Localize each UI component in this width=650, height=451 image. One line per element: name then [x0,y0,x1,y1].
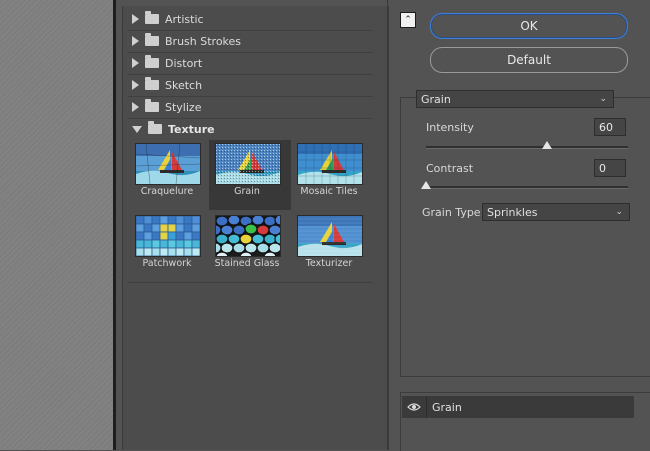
grain-thumbnail [215,143,281,185]
panel-divider [127,282,373,283]
intensity-input[interactable]: 60 [594,118,626,136]
filter-thumb-texturizer[interactable]: Texturizer [291,212,373,282]
grain-type-value: Sprinkles [487,205,538,219]
filter-thumb-stained-glass[interactable]: Stained Glass [209,212,291,282]
effect-layer-name: Grain [432,400,462,414]
contrast-input[interactable]: 0 [594,159,626,177]
filter-thumb-patchwork[interactable]: Patchwork [129,212,211,282]
contrast-label-text: Contrast [426,162,474,175]
folder-icon [145,99,159,112]
expand-arrow-icon [132,102,139,112]
craquelure-thumbnail [135,143,201,185]
chevron-up-icon: ⌃ [404,15,412,25]
filter-label: Texturizer [305,258,353,269]
category-sketch[interactable]: Sketch [127,74,373,97]
category-brush-strokes[interactable]: Brush Strokes [127,30,373,53]
category-label: Texture [168,122,215,136]
contrast-slider-track[interactable] [426,186,628,189]
texturizer-thumbnail [297,215,363,257]
filter-thumb-grain[interactable]: Grain [209,140,291,210]
intensity-label: Intensity [426,121,474,134]
category-label: Stylize [165,100,202,114]
effect-layer-row[interactable]: Grain [402,396,634,418]
contrast-label: Contrast [426,162,473,175]
filter-settings-panel [400,97,650,377]
filter-thumb-craquelure[interactable]: Craquelure [129,140,211,210]
collapse-arrow-icon [132,125,142,133]
expand-arrow-icon [132,80,139,90]
filter-label: Craquelure [140,186,194,197]
expand-arrow-icon [132,36,139,46]
filter-select-value: Grain [421,92,451,106]
intensity-slider-thumb[interactable] [542,141,553,149]
filter-label: Grain [234,186,260,197]
category-label: Brush Strokes [165,34,242,48]
mosaic-tiles-thumbnail [297,143,363,185]
chevron-down-icon: ⌄ [599,94,607,104]
filter-label: Stained Glass [214,258,280,269]
folder-icon [145,11,159,24]
filter-thumb-mosaic-tiles[interactable]: Mosaic Tiles [291,140,373,210]
collapse-gallery-button[interactable]: ⌃ [400,12,416,28]
folder-icon [145,55,159,68]
category-distort[interactable]: Distort [127,52,373,75]
patchwork-thumbnail [135,215,201,257]
filter-label: Mosaic Tiles [300,186,358,197]
default-button[interactable]: Default [430,47,628,73]
eye-icon[interactable] [402,396,427,418]
folder-open-icon [148,121,162,134]
contrast-slider-thumb[interactable] [421,181,431,189]
panel-divider [387,0,388,450]
grain-type-label: Grain Type: [422,206,485,219]
category-texture[interactable]: Texture [127,118,373,140]
grain-type-select[interactable]: Sprinkles ⌄ [482,203,630,221]
chevron-down-icon: ⌄ [615,207,623,217]
stained-glass-thumbnail [215,215,281,257]
category-label: Sketch [165,78,203,92]
folder-icon [145,33,159,46]
intensity-slider-track[interactable] [426,146,628,149]
expand-arrow-icon [132,14,139,24]
filter-select[interactable]: Grain ⌄ [416,90,614,108]
intensity-label-text: Intensity [426,121,474,134]
expand-arrow-icon [132,58,139,68]
category-label: Artistic [165,12,204,26]
image-preview[interactable] [0,0,113,450]
category-label: Distort [165,56,203,70]
category-artistic[interactable]: Artistic [127,8,373,31]
filter-label: Patchwork [142,258,192,269]
folder-icon [145,77,159,90]
ok-button[interactable]: OK [430,13,628,39]
filter-category-panel: Artistic Brush Strokes Distort Sketch St… [122,6,389,450]
category-stylize[interactable]: Stylize [127,96,373,119]
